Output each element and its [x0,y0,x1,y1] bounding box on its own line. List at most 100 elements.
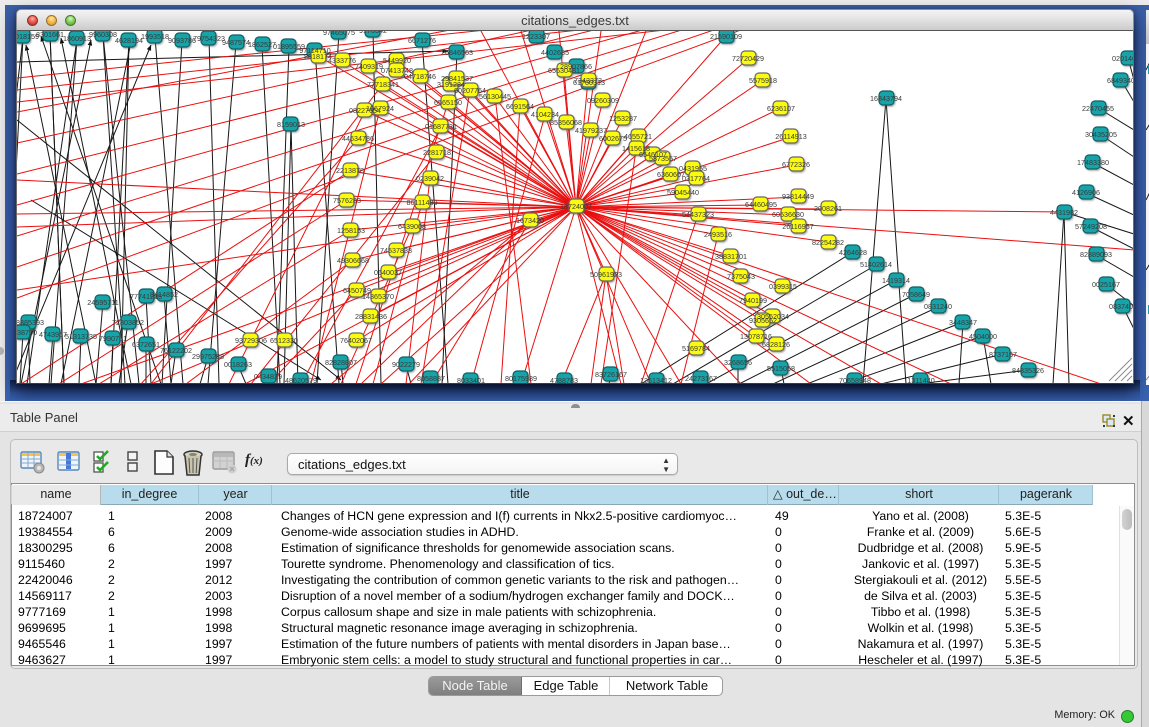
svg-text:6439008: 6439008 [398,222,426,231]
svg-text:5575918: 5575918 [749,76,777,85]
svg-text:6671276: 6671276 [408,36,436,45]
svg-text:1860913: 1860913 [63,34,91,43]
svg-text:1253287: 1253287 [609,114,637,123]
svg-text:4126906: 4126906 [1072,188,1100,197]
svg-text:44634786: 44634786 [342,134,374,143]
svg-text:60536630: 60536630 [772,210,804,219]
svg-text:8414852: 8414852 [150,290,178,299]
svg-text:84335326: 84335326 [1012,366,1044,375]
svg-text:4333776: 4333776 [328,56,356,65]
svg-text:2008261: 2008261 [814,204,842,213]
svg-text:8159013: 8159013 [277,120,305,129]
svg-text:49306668: 49306668 [337,256,369,265]
svg-text:0431955: 0431955 [679,164,707,173]
svg-text:9960308: 9960308 [89,31,117,39]
svg-text:0640037: 0640037 [374,268,402,277]
svg-text:5169784: 5169784 [682,344,710,353]
svg-text:6828126: 6828126 [762,340,790,349]
svg-text:29975288: 29975288 [192,352,224,361]
svg-text:1862527: 1862527 [248,40,276,49]
svg-text:4504000: 4504000 [969,332,997,341]
svg-text:0831240: 0831240 [924,302,952,311]
svg-text:48620579: 48620579 [285,376,317,384]
svg-text:7058649: 7058649 [902,290,930,299]
svg-text:4655721: 4655721 [624,132,652,141]
svg-text:6338750: 6338750 [17,328,37,337]
svg-text:21590109: 21590109 [710,32,742,41]
svg-text:0239042: 0239042 [416,174,444,183]
svg-text:2281718: 2281718 [423,148,451,157]
svg-text:5449920: 5449920 [383,56,411,65]
svg-text:6772326: 6772326 [782,160,810,169]
svg-text:59045440: 59045440 [667,188,699,197]
svg-text:24595711: 24595711 [87,298,118,307]
svg-text:83726167: 83726167 [595,370,627,379]
svg-text:4431982: 4431982 [1050,208,1078,217]
svg-text:72803852: 72803852 [112,318,144,327]
svg-text:74537838: 74537838 [380,246,412,255]
svg-text:82254282: 82254282 [812,238,844,247]
svg-text:0317764: 0317764 [682,174,710,183]
svg-text:09260309: 09260309 [587,96,619,105]
svg-text:2213878: 2213878 [336,166,364,175]
svg-text:50961923: 50961923 [590,270,622,279]
svg-text:6236107: 6236107 [767,104,795,113]
svg-text:6691564: 6691564 [506,102,534,111]
svg-text:6512330: 6512330 [270,336,298,345]
svg-text:14365370: 14365370 [362,292,394,301]
svg-text:8058887: 8058887 [417,374,445,383]
svg-text:86111489: 86111489 [407,198,438,207]
svg-text:6372651: 6372651 [132,340,160,349]
svg-text:0025167: 0025167 [1092,280,1120,289]
svg-text:7940199: 7940199 [739,296,767,305]
svg-text:0434839: 0434839 [254,372,282,381]
svg-text:38885393: 38885393 [17,318,44,327]
svg-text:16843794: 16843794 [870,94,902,103]
svg-text:76402067: 76402067 [340,336,372,345]
svg-text:0837407: 0837407 [1109,302,1134,311]
svg-text:0399315: 0399315 [769,282,797,291]
svg-text:08227654: 08227654 [349,106,381,115]
svg-text:4628194: 4628194 [115,36,143,45]
svg-text:1258153: 1258153 [337,226,365,235]
svg-text:22470455: 22470455 [1082,104,1114,113]
svg-text:18724007: 18724007 [560,202,592,211]
svg-text:2493516: 2493516 [704,230,732,239]
svg-text:82828807: 82828807 [325,358,357,367]
svg-text:4264628: 4264628 [839,248,867,257]
svg-text:5515058: 5515058 [767,364,795,373]
svg-text:4402685: 4402685 [541,48,569,57]
svg-text:8301661: 8301661 [36,31,64,39]
svg-text:79754323: 79754323 [193,34,225,43]
svg-text:51402614: 51402614 [860,260,892,269]
svg-text:80175989: 80175989 [505,374,537,383]
svg-text:02014620: 02014620 [1112,54,1134,63]
svg-text:1993518: 1993518 [141,32,169,41]
svg-text:54437323: 54437323 [682,210,714,219]
svg-text:82889093: 82889093 [1080,250,1112,259]
svg-text:97465075: 97465075 [323,31,355,37]
svg-text:1673420: 1673420 [516,216,544,225]
svg-text:93814449: 93814449 [782,192,814,201]
svg-text:38831701: 38831701 [715,252,747,261]
svg-text:6565150: 6565150 [434,98,462,107]
svg-text:65630481: 65630481 [548,66,580,75]
svg-text:29841537: 29841537 [441,74,473,83]
svg-text:1311440: 1311440 [907,376,934,384]
svg-text:5873557: 5873557 [649,154,677,163]
svg-text:51313735: 51313735 [65,332,97,341]
svg-text:9487574: 9487574 [222,38,250,47]
svg-text:8737167: 8737167 [989,350,1017,359]
svg-text:64460495: 64460495 [745,200,777,209]
svg-text:6849340: 6849340 [1107,76,1134,85]
svg-text:1223307: 1223307 [522,32,550,41]
svg-text:72720429: 72720429 [732,54,764,63]
svg-text:26116957: 26116957 [782,222,813,231]
svg-text:57249208: 57249208 [1075,222,1107,231]
svg-text:7375043: 7375043 [727,272,755,281]
svg-text:77718341: 77718341 [367,80,399,89]
svg-text:13613412: 13613412 [640,376,672,384]
svg-text:70658948: 70658948 [839,376,871,384]
svg-text:26114913: 26114913 [775,132,806,141]
svg-text:4788783: 4788783 [550,376,578,384]
